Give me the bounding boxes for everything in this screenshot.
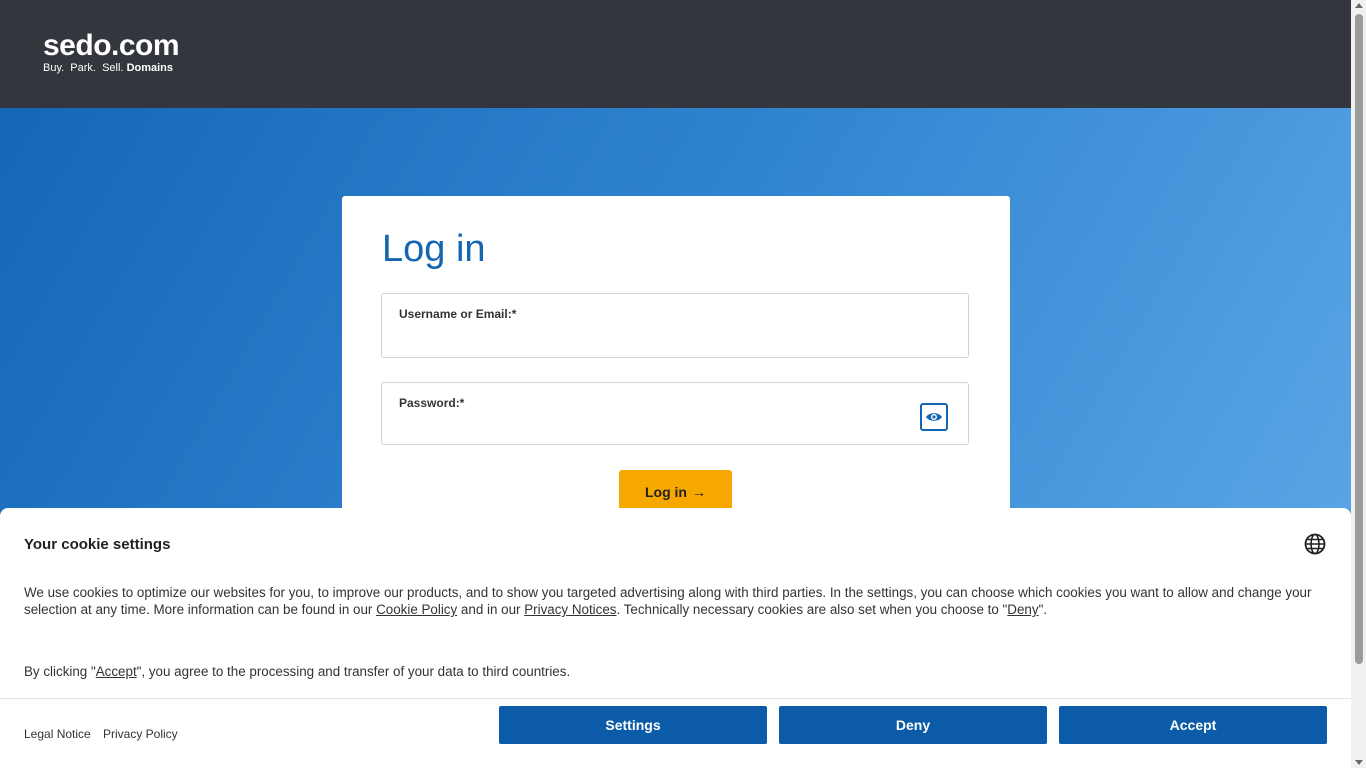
show-password-button[interactable] [920, 403, 948, 431]
scrollbar-thumb[interactable] [1355, 14, 1363, 664]
legal-notice-link[interactable]: Legal Notice [24, 727, 91, 741]
page-scrollbar[interactable] [1351, 0, 1366, 768]
globe-icon[interactable] [1304, 533, 1326, 555]
logo-tagline-bold: Domains [126, 62, 174, 74]
cookie-description: We use cookies to optimize our websites … [24, 584, 1314, 618]
username-field[interactable]: Username or Email:* [381, 293, 969, 358]
logo-tagline: Buy. Park. Sell. Domains [43, 62, 179, 74]
site-header: sedo.com Buy. Park. Sell. Domains [0, 0, 1351, 108]
password-input[interactable] [398, 420, 902, 438]
scroll-down-icon[interactable] [1355, 760, 1363, 765]
username-input[interactable] [398, 333, 902, 351]
sedo-logo[interactable]: sedo.com Buy. Park. Sell. Domains [43, 29, 180, 75]
login-submit-label: Log in [645, 484, 687, 500]
arrow-right-icon: → [692, 484, 706, 500]
login-card: Log in Username or Email:* Password:* Lo… [342, 196, 1010, 526]
password-field[interactable]: Password:* [381, 382, 969, 445]
username-label: Username or Email:* [399, 307, 517, 321]
cookie-policy-link[interactable]: Cookie Policy [376, 602, 457, 617]
cookie-divider [0, 698, 1351, 699]
eye-icon [926, 413, 942, 421]
logo-tagline-plain: Buy. Park. Sell. [43, 62, 127, 74]
consent-part2: ", you agree to the processing and trans… [136, 664, 571, 679]
login-title: Log in [382, 228, 486, 270]
accept-inline-link[interactable]: Accept [96, 664, 137, 679]
cookie-text-part3: . Technically necessary cookies are also… [616, 602, 1008, 617]
consent-part1: By clicking " [24, 664, 96, 679]
deny-inline-link[interactable]: Deny [1007, 602, 1038, 617]
cookie-text-part4: ". [1038, 602, 1048, 617]
cookie-deny-button[interactable]: Deny [779, 706, 1047, 744]
cookie-accept-button[interactable]: Accept [1059, 706, 1327, 744]
logo-name: sedo.com [43, 29, 180, 62]
cookie-text-part2: and in our [457, 602, 525, 617]
scroll-up-icon[interactable] [1355, 3, 1363, 8]
cookie-consent-text: By clicking "Accept", you agree to the p… [24, 664, 570, 679]
cookie-banner: Your cookie settings We use cookies to o… [0, 508, 1351, 768]
privacy-policy-link[interactable]: Privacy Policy [103, 727, 178, 741]
password-label: Password:* [399, 396, 465, 410]
cookie-settings-button[interactable]: Settings [499, 706, 767, 744]
privacy-notices-link[interactable]: Privacy Notices [524, 602, 616, 617]
cookie-title: Your cookie settings [24, 536, 171, 553]
